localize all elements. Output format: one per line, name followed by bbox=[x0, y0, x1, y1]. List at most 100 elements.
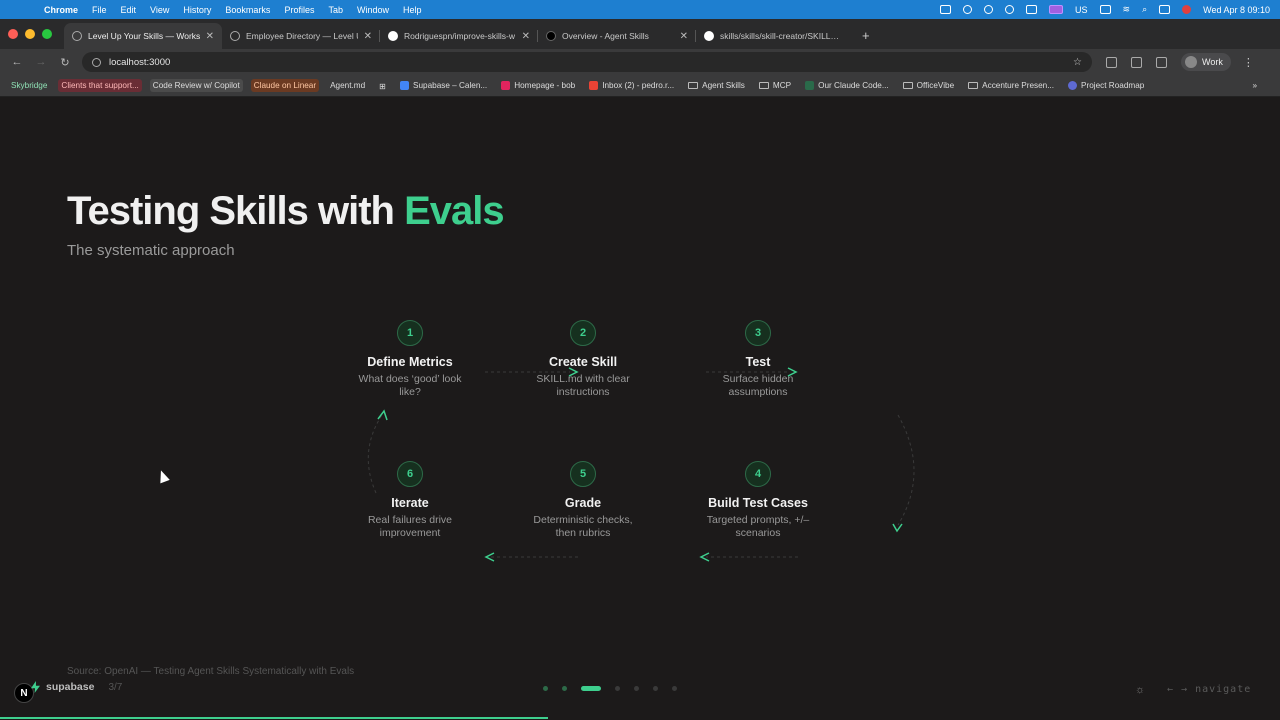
spotlight-search-icon[interactable]: ⌕ bbox=[1142, 4, 1147, 15]
bookmark-folder-agent-skills[interactable]: Agent Skills bbox=[685, 79, 748, 92]
back-arrow-icon[interactable]: ← bbox=[10, 56, 24, 68]
side-panel-icon[interactable] bbox=[1156, 56, 1167, 68]
menubar-status-area: US ≋ ⌕ Wed Apr 8 09:10 bbox=[940, 4, 1270, 15]
step-name: Grade bbox=[564, 496, 602, 510]
bookmark-claude-linear[interactable]: Claude on Linear bbox=[250, 79, 320, 92]
step-test: 3 Test Surface hidden assumptions bbox=[688, 320, 828, 399]
browser-toolbar: ← → ↻ localhost:3000 ☆ Work ⋮ bbox=[0, 49, 1280, 75]
bookmark-clients-support[interactable]: Clients that support... bbox=[58, 79, 142, 92]
menu-window[interactable]: Window bbox=[357, 5, 389, 15]
folder-icon bbox=[758, 82, 769, 89]
tab-title: Level Up Your Skills — Worksh… bbox=[88, 31, 200, 41]
close-tab-icon[interactable]: ✕ bbox=[206, 31, 214, 42]
address-bar[interactable]: localhost:3000 ☆ bbox=[82, 52, 1092, 72]
bookmark-agent-md[interactable]: Agent.md bbox=[327, 79, 368, 92]
slide-dot-6[interactable] bbox=[653, 686, 658, 691]
zoom-window-icon[interactable] bbox=[42, 29, 52, 39]
globe-icon bbox=[230, 31, 240, 41]
perplexity-icon[interactable] bbox=[984, 5, 993, 14]
menu-edit[interactable]: Edit bbox=[121, 5, 137, 15]
extensions-puzzle-icon[interactable] bbox=[1131, 56, 1142, 68]
menubar-clock[interactable]: Wed Apr 8 09:10 bbox=[1203, 5, 1270, 15]
menu-app-chrome[interactable]: Chrome bbox=[44, 5, 78, 15]
profile-label: Work bbox=[1202, 57, 1223, 67]
slide-dot-3[interactable] bbox=[581, 686, 601, 691]
apps-grid-icon[interactable]: ⊞ bbox=[376, 79, 389, 93]
profile-button[interactable]: Work bbox=[1181, 53, 1231, 71]
wifi-icon[interactable]: ≋ bbox=[1123, 4, 1131, 15]
forward-arrow-icon[interactable]: → bbox=[34, 56, 48, 68]
github-icon bbox=[704, 31, 714, 41]
step-define-metrics: 1 Define Metrics What does ‘good’ look l… bbox=[340, 320, 480, 399]
reload-icon[interactable]: ↻ bbox=[58, 56, 72, 69]
site-info-icon[interactable] bbox=[92, 57, 101, 67]
tab-title: skills/skills/skill-creator/SKILL… bbox=[720, 31, 840, 41]
close-tab-icon[interactable]: ✕ bbox=[522, 31, 530, 42]
screen-record-icon[interactable] bbox=[940, 5, 951, 14]
close-window-icon[interactable] bbox=[8, 29, 18, 39]
menu-help[interactable]: Help bbox=[403, 5, 422, 15]
new-tab-plus-icon[interactable]: + bbox=[862, 28, 870, 43]
folder-icon bbox=[688, 82, 699, 89]
bookmark-folder-mcp[interactable]: MCP bbox=[756, 79, 794, 92]
slide-dot-7[interactable] bbox=[672, 686, 677, 691]
tab-agent-skills-overview[interactable]: Overview - Agent Skills ✕ bbox=[538, 23, 696, 49]
more-bookmarks-chevron-icon[interactable]: » bbox=[1249, 79, 1260, 92]
folder-icon bbox=[902, 82, 913, 89]
battery-icon[interactable] bbox=[1099, 5, 1111, 14]
bookmark-star-icon[interactable]: ☆ bbox=[1073, 57, 1082, 68]
theme-toggle-sun-icon[interactable]: ☼ bbox=[1135, 684, 1145, 696]
bookmark-skybridge[interactable]: Skybridge bbox=[8, 79, 50, 92]
tab-employee-directory[interactable]: Employee Directory — Level Up ✕ bbox=[222, 23, 380, 49]
step-number-badge: 2 bbox=[570, 320, 596, 346]
gmail-icon bbox=[589, 81, 599, 90]
keyboard-nav-hint: ← → navigate bbox=[1167, 684, 1252, 695]
slide-source-citation: Source: OpenAI — Testing Agent Skills Sy… bbox=[67, 666, 355, 677]
bookmark-our-claude-code[interactable]: Our Claude Code... bbox=[802, 79, 892, 92]
sparkle-icon[interactable] bbox=[963, 5, 972, 14]
bookmark-folder-officevibe[interactable]: OfficeVibe bbox=[900, 79, 957, 92]
step-number-badge: 6 bbox=[397, 461, 423, 487]
window-controls bbox=[8, 29, 52, 39]
extension-shield-icon[interactable] bbox=[1106, 56, 1117, 68]
cloud-icon[interactable] bbox=[1005, 5, 1014, 14]
step-name: Define Metrics bbox=[367, 355, 453, 369]
bookmark-project-roadmap[interactable]: Project Roadmap bbox=[1065, 79, 1147, 92]
chrome-menu-icon[interactable]: ⋮ bbox=[1243, 56, 1254, 69]
slide-dot-1[interactable] bbox=[543, 686, 548, 691]
tab-title: Rodriguespn/improve-skills-w… bbox=[404, 31, 516, 41]
menu-bookmarks[interactable]: Bookmarks bbox=[225, 5, 270, 15]
minimize-window-icon[interactable] bbox=[25, 29, 35, 39]
user-avatar-icon[interactable] bbox=[1182, 5, 1192, 14]
screen-share-icon[interactable] bbox=[1049, 5, 1063, 14]
tab-skill-creator[interactable]: skills/skills/skill-creator/SKILL… bbox=[696, 23, 854, 49]
close-tab-icon[interactable]: ✕ bbox=[364, 31, 372, 42]
step-name: Build Test Cases bbox=[708, 496, 808, 510]
menu-history[interactable]: History bbox=[183, 5, 211, 15]
menu-view[interactable]: View bbox=[150, 5, 169, 15]
bookmark-code-review-copilot[interactable]: Code Review w/ Copilot bbox=[149, 79, 243, 92]
bookmark-supabase-calendar[interactable]: Supabase – Calen... bbox=[397, 79, 490, 92]
bookmark-label: MCP bbox=[772, 81, 792, 90]
bookmark-homepage-bob[interactable]: Homepage - bob bbox=[498, 79, 578, 92]
slide-dot-4[interactable] bbox=[615, 686, 620, 691]
tab-improve-skills-repo[interactable]: Rodriguespn/improve-skills-w… ✕ bbox=[380, 23, 538, 49]
bookmark-folder-accenture[interactable]: Accenture Presen... bbox=[965, 79, 1057, 92]
menu-tab[interactable]: Tab bbox=[328, 5, 343, 15]
bookmark-label: Homepage - bob bbox=[514, 81, 576, 90]
tab-level-up-skills[interactable]: Level Up Your Skills — Worksh… ✕ bbox=[64, 23, 222, 49]
slide-counter: 3/7 bbox=[108, 681, 123, 693]
bookmark-inbox[interactable]: Inbox (2) - pedro.r... bbox=[586, 79, 677, 92]
close-tab-icon[interactable]: ✕ bbox=[680, 31, 688, 42]
slide-dot-5[interactable] bbox=[634, 686, 639, 691]
slide-pagination bbox=[543, 686, 677, 691]
slide-dot-2[interactable] bbox=[562, 686, 567, 691]
control-center-icon[interactable] bbox=[1159, 5, 1171, 14]
input-source-label[interactable]: US bbox=[1075, 5, 1088, 15]
menu-file[interactable]: File bbox=[92, 5, 107, 15]
brand-footer: supabase 3/7 bbox=[31, 681, 122, 693]
n-app-icon[interactable] bbox=[1026, 5, 1037, 14]
bookmark-label: Project Roadmap bbox=[1081, 81, 1145, 90]
menu-profiles[interactable]: Profiles bbox=[284, 5, 314, 15]
bookmarks-bar: Skybridge Clients that support... Code R… bbox=[0, 75, 1280, 97]
